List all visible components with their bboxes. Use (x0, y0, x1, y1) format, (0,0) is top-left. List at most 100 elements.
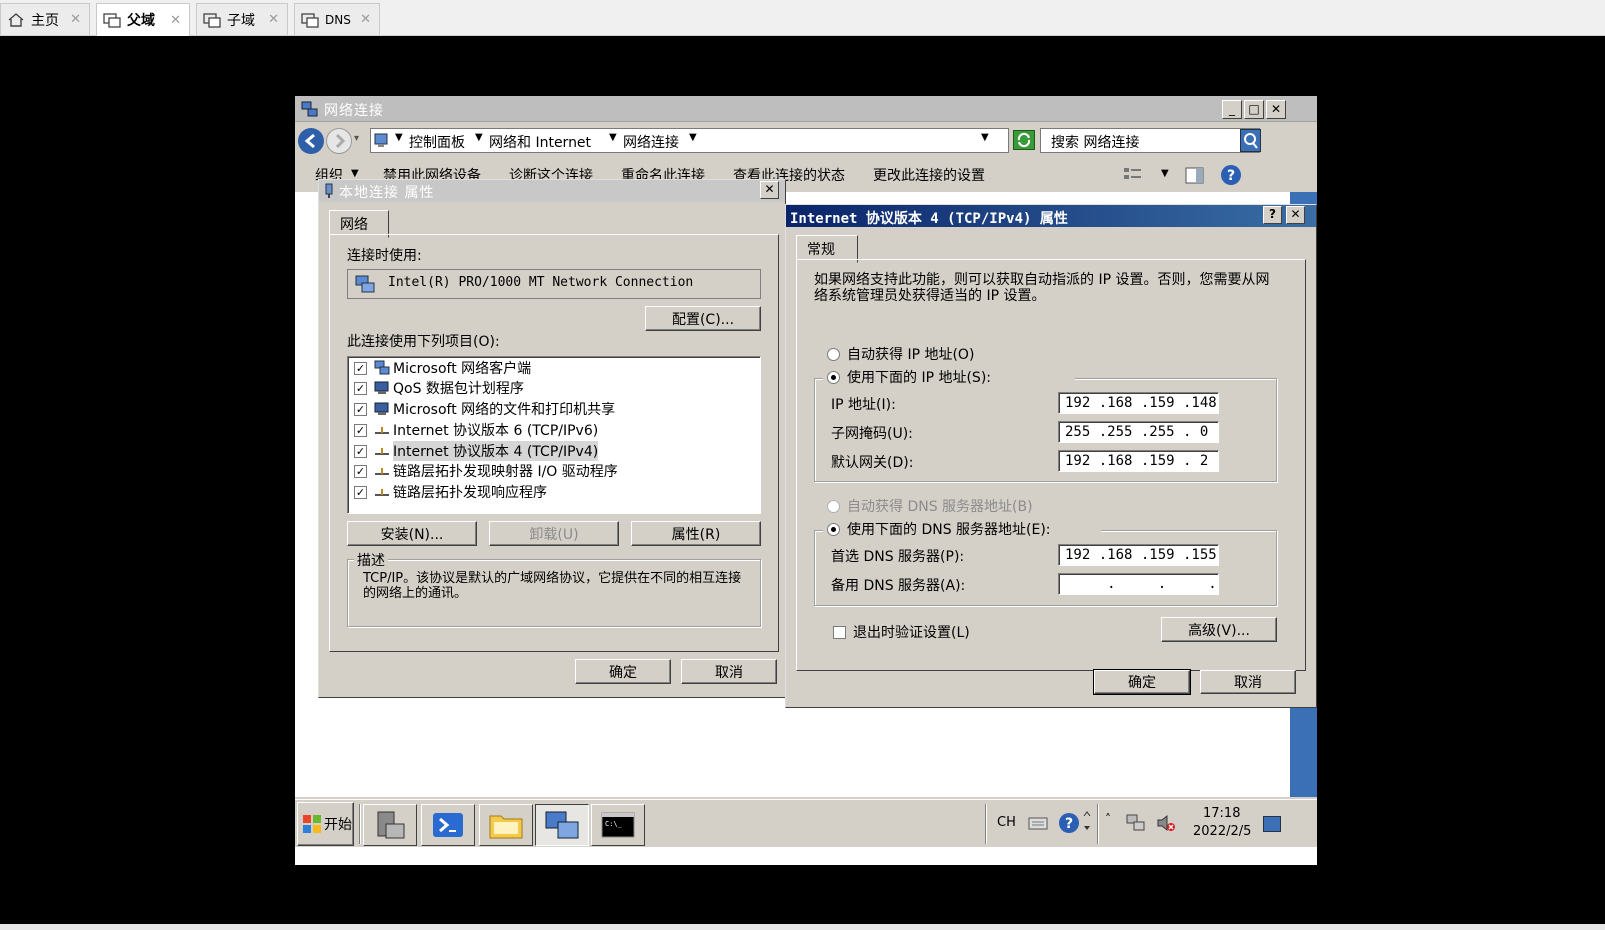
close-icon[interactable]: ✕ (268, 12, 279, 27)
search-icon (1244, 133, 1258, 149)
list-item[interactable]: ✓ Internet 协议版本 6 (TCP/IPv6) (354, 420, 598, 440)
search-input[interactable]: 搜索 网络连接 (1040, 128, 1260, 153)
history-dropdown-icon[interactable]: ▾ (354, 133, 359, 144)
close-icon[interactable]: ✕ (170, 13, 181, 28)
dialog-title: 本地连接 属性 (339, 185, 435, 201)
volume-muted-icon[interactable] (1155, 812, 1177, 834)
auto-dns-label[interactable]: 自动获得 DNS 服务器地址(B) (847, 496, 1033, 516)
host-status-strip (0, 924, 1605, 930)
auto-ip-radio[interactable] (827, 348, 840, 361)
chevron-down-icon[interactable]: ▼ (689, 132, 697, 143)
breadcrumb-item[interactable]: 网络和 Internet (489, 132, 591, 152)
item-checkbox[interactable]: ✓ (354, 381, 367, 395)
manual-dns-label[interactable]: 使用下面的 DNS 服务器地址(E): (847, 519, 1051, 539)
cancel-button[interactable]: 取消 (1200, 670, 1296, 694)
manual-dns-radio[interactable] (827, 523, 840, 536)
command-prompt-button[interactable]: C:\_ (591, 804, 645, 846)
item-checkbox[interactable]: ✓ (354, 423, 367, 437)
cancel-button[interactable]: 取消 (681, 659, 777, 684)
help-icon[interactable]: ? (1058, 812, 1080, 834)
start-button[interactable]: 开始 (297, 802, 354, 846)
validate-checkbox[interactable] (833, 626, 846, 639)
show-desktop-button[interactable] (1263, 816, 1281, 832)
preview-pane-icon[interactable] (1185, 166, 1205, 186)
chevron-down-icon[interactable]: ▼ (1161, 168, 1169, 179)
ip-address-field[interactable]: 192 .168 .159 .148 (1058, 392, 1219, 414)
input-language[interactable]: CH (997, 815, 1016, 830)
vm-icon (103, 13, 121, 28)
properties-button[interactable]: 属性(R) (631, 521, 761, 546)
address-box[interactable]: ▼ 控制面板 ▼ 网络和 Internet ▼ 网络连接 ▼ ▼ (370, 128, 1009, 153)
home-icon (8, 12, 24, 27)
auto-dns-radio[interactable] (827, 500, 840, 513)
powershell-icon (433, 813, 463, 837)
tab-home-label: 主页 (31, 12, 59, 29)
intro-text: 如果网络支持此功能，则可以获取自动指派的 IP 设置。否则，您需要从网络系统管理… (814, 272, 1270, 304)
item-checkbox[interactable]: ✓ (354, 464, 367, 478)
back-button[interactable] (298, 128, 324, 154)
minimize-button[interactable]: _ (1222, 100, 1242, 119)
item-checkbox[interactable]: ✓ (354, 444, 367, 458)
items-label: 此连接使用下列项目(O): (347, 334, 500, 350)
close-button[interactable]: ✕ (1266, 100, 1286, 119)
chevron-down-icon[interactable]: ▼ (395, 132, 403, 143)
explorer-button[interactable] (479, 804, 533, 846)
ok-button[interactable]: 确定 (575, 659, 671, 684)
close-button[interactable]: ✕ (1286, 206, 1305, 224)
list-item[interactable]: ✓ QoS 数据包计划程序 (354, 378, 524, 398)
tab-dns[interactable]: DNS ✕ (294, 3, 380, 35)
list-item[interactable]: ✓ 链路层拓扑发现映射器 I/O 驱动程序 (354, 461, 618, 481)
network-tray-icon[interactable] (1125, 812, 1147, 834)
configure-button[interactable]: 配置(C)... (645, 306, 761, 331)
maximize-button[interactable]: □ (1244, 100, 1264, 119)
list-item[interactable]: ✓ 链路层拓扑发现响应程序 (354, 482, 547, 502)
network-client-icon (374, 360, 390, 375)
clock-date[interactable]: 2022/2/5 (1193, 824, 1251, 839)
help-button[interactable]: ? (1263, 206, 1282, 224)
server-manager-button[interactable] (363, 804, 417, 846)
item-checkbox[interactable]: ✓ (354, 485, 367, 499)
tab-child-domain[interactable]: 子域 ✕ (196, 3, 288, 35)
uninstall-button[interactable]: 卸载(U) (489, 521, 619, 546)
subnet-mask-field[interactable]: 255 .255 .255 . 0 (1058, 421, 1219, 443)
search-button[interactable] (1240, 129, 1261, 152)
close-button[interactable]: ✕ (760, 181, 779, 199)
list-item[interactable]: ✓ Microsoft 网络的文件和打印机共享 (354, 399, 615, 419)
network-connections-taskbar-button[interactable] (535, 804, 589, 846)
keyboard-icon[interactable] (1027, 812, 1049, 834)
list-item[interactable]: ✓ Internet 协议版本 4 (TCP/IPv4) (354, 441, 599, 461)
validate-label[interactable]: 退出时验证设置(L) (853, 622, 970, 642)
install-button[interactable]: 安装(N)... (347, 521, 477, 546)
ok-button[interactable]: 确定 (1093, 669, 1191, 695)
show-hidden-icons[interactable]: ˄ (1105, 812, 1111, 826)
close-icon[interactable]: ✕ (70, 12, 81, 27)
manual-ip-radio[interactable] (827, 371, 840, 384)
protocol-icon (375, 427, 389, 434)
scroll-arrows-icon[interactable] (1081, 808, 1093, 836)
auto-ip-label[interactable]: 自动获得 IP 地址(O) (847, 344, 974, 364)
change-settings-button[interactable]: 更改此连接的设置 (873, 165, 985, 185)
breadcrumb-item[interactable]: 网络连接 (623, 132, 679, 152)
views-icon[interactable] (1123, 166, 1143, 184)
chevron-down-icon[interactable]: ▼ (475, 132, 483, 143)
help-icon[interactable]: ? (1220, 164, 1242, 186)
forward-button[interactable] (326, 128, 352, 154)
alternate-dns-field[interactable]: . . . (1058, 573, 1219, 595)
close-icon[interactable]: ✕ (360, 12, 371, 27)
gateway-field[interactable]: 192 .168 .159 . 2 (1058, 450, 1219, 472)
tab-home[interactable]: 主页 ✕ (0, 3, 90, 35)
address-dropdown-icon[interactable]: ▼ (981, 132, 989, 143)
item-checkbox[interactable]: ✓ (354, 402, 367, 416)
manual-ip-label[interactable]: 使用下面的 IP 地址(S): (847, 367, 991, 387)
preferred-dns-field[interactable]: 192 .168 .159 .155 (1058, 544, 1219, 566)
chevron-down-icon[interactable]: ▼ (609, 132, 617, 143)
breadcrumb-item[interactable]: 控制面板 (409, 132, 465, 152)
chevron-down-icon[interactable]: ▼ (351, 168, 359, 179)
tab-parent-domain[interactable]: 父域 ✕ (96, 3, 190, 36)
advanced-button[interactable]: 高级(V)... (1161, 617, 1277, 642)
refresh-button[interactable] (1013, 130, 1035, 150)
clock-time[interactable]: 17:18 (1203, 806, 1240, 821)
item-checkbox[interactable]: ✓ (354, 361, 367, 375)
list-item[interactable]: ✓ Microsoft 网络客户端 (354, 358, 531, 378)
powershell-button[interactable] (421, 804, 475, 846)
